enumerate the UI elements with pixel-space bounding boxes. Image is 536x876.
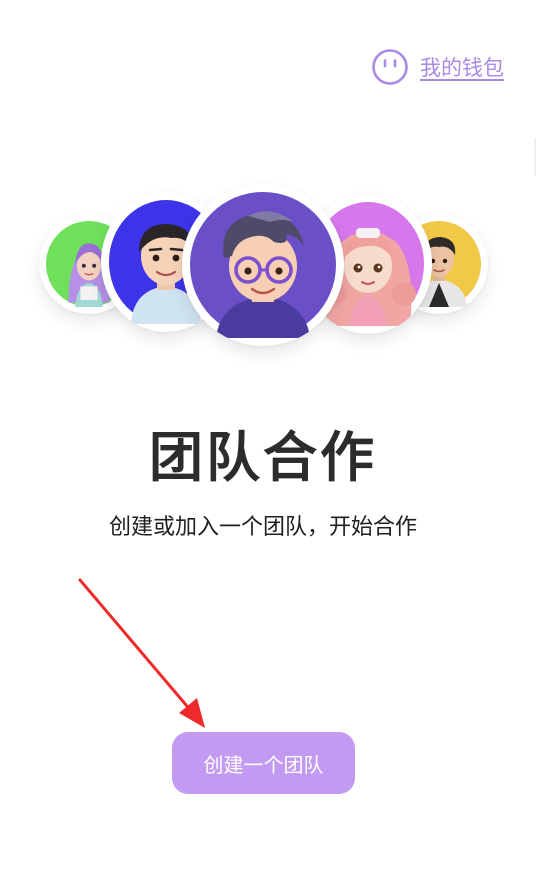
my-wallet-link[interactable]: 我的钱包 (371, 48, 504, 86)
avatar-boy-glasses (182, 184, 344, 346)
create-team-button[interactable]: 创建一个团队 (172, 732, 355, 794)
page-subtitle: 创建或加入一个团队，开始合作 (108, 515, 417, 540)
smiley-face-icon (372, 49, 408, 85)
my-wallet-label[interactable]: 我的钱包 (420, 52, 504, 82)
team-collaboration-screen: 我的钱包 团队合作 创建或加入一个团队，开始合作 创建一个团队 (0, 0, 536, 876)
page-title: 团队合作 (149, 426, 377, 489)
